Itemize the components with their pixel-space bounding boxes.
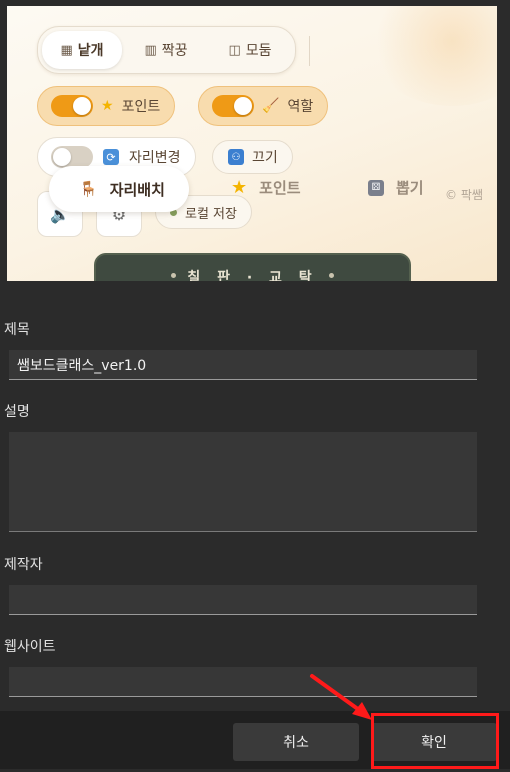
properties-form: 제목 설명 제작자 웹사이트 (0, 281, 510, 711)
grid-icon: ▦ (60, 42, 73, 58)
author-field[interactable] (9, 585, 477, 615)
description-label: 설명 (4, 404, 30, 420)
rotate-icon: ⟳ (103, 149, 119, 165)
title-label: 제목 (4, 322, 30, 338)
title-field[interactable] (9, 350, 477, 380)
website-field[interactable] (9, 667, 477, 697)
people-icon: ⚇ (228, 149, 244, 165)
group-icon: ◫ (228, 42, 241, 58)
chair-icon: 🪑 (79, 180, 98, 198)
highlight-box (371, 713, 499, 769)
layout-mode-single[interactable]: ▦ 낱개 (42, 31, 122, 69)
pair-icon: ▥ (144, 42, 157, 58)
turn-off-button[interactable]: ⚇ 끄기 (212, 140, 293, 174)
author-label: 제작자 (4, 557, 43, 573)
board-label: 칠 판 · 교 탁 (187, 270, 318, 281)
tab-seat-arrangement[interactable]: 🪑 자리배치 (49, 166, 189, 212)
website-label: 웹사이트 (4, 639, 56, 655)
blackboard: 칠 판 · 교 탁 (94, 253, 411, 281)
board-dot-right (329, 273, 334, 278)
role-switch[interactable] (212, 95, 254, 117)
point-toggle[interactable]: ★ 포인트 (37, 86, 176, 126)
star-icon: ★ (231, 177, 248, 198)
layout-mode-group-seat[interactable]: ◫ 모둠 (210, 31, 290, 69)
role-toggle[interactable]: 🧹 역할 (198, 86, 329, 126)
copyright-text: © 팍쌤 (445, 188, 483, 202)
pointer-arrow-icon (310, 674, 372, 720)
tab-point[interactable]: ★ 포인트 (231, 177, 301, 198)
layout-mode-pair[interactable]: ▥ 짝꿍 (126, 31, 206, 69)
broom-icon: 🧹 (262, 98, 280, 114)
dice-icon: ⚄ (368, 179, 384, 196)
tab-draw[interactable]: ⚄ 뽑기 (368, 177, 424, 198)
layout-mode-group: ▦ 낱개 ▥ 짝꿍 ◫ 모둠 (37, 26, 296, 74)
divider (309, 36, 310, 66)
app-preview: ▦ 낱개 ▥ 짝꿍 ◫ 모둠 ★ 포인트 🧹 역할 ⟳ 자리변경 ⚇ 끄기 🔈 … (7, 6, 497, 281)
cancel-button[interactable]: 취소 (233, 723, 359, 761)
star-icon: ★ (101, 98, 114, 114)
point-switch[interactable] (51, 95, 93, 117)
seat-change-switch[interactable] (51, 146, 93, 168)
main-tab-bar: 🪑 자리배치 (49, 166, 189, 212)
description-field[interactable] (9, 432, 477, 532)
